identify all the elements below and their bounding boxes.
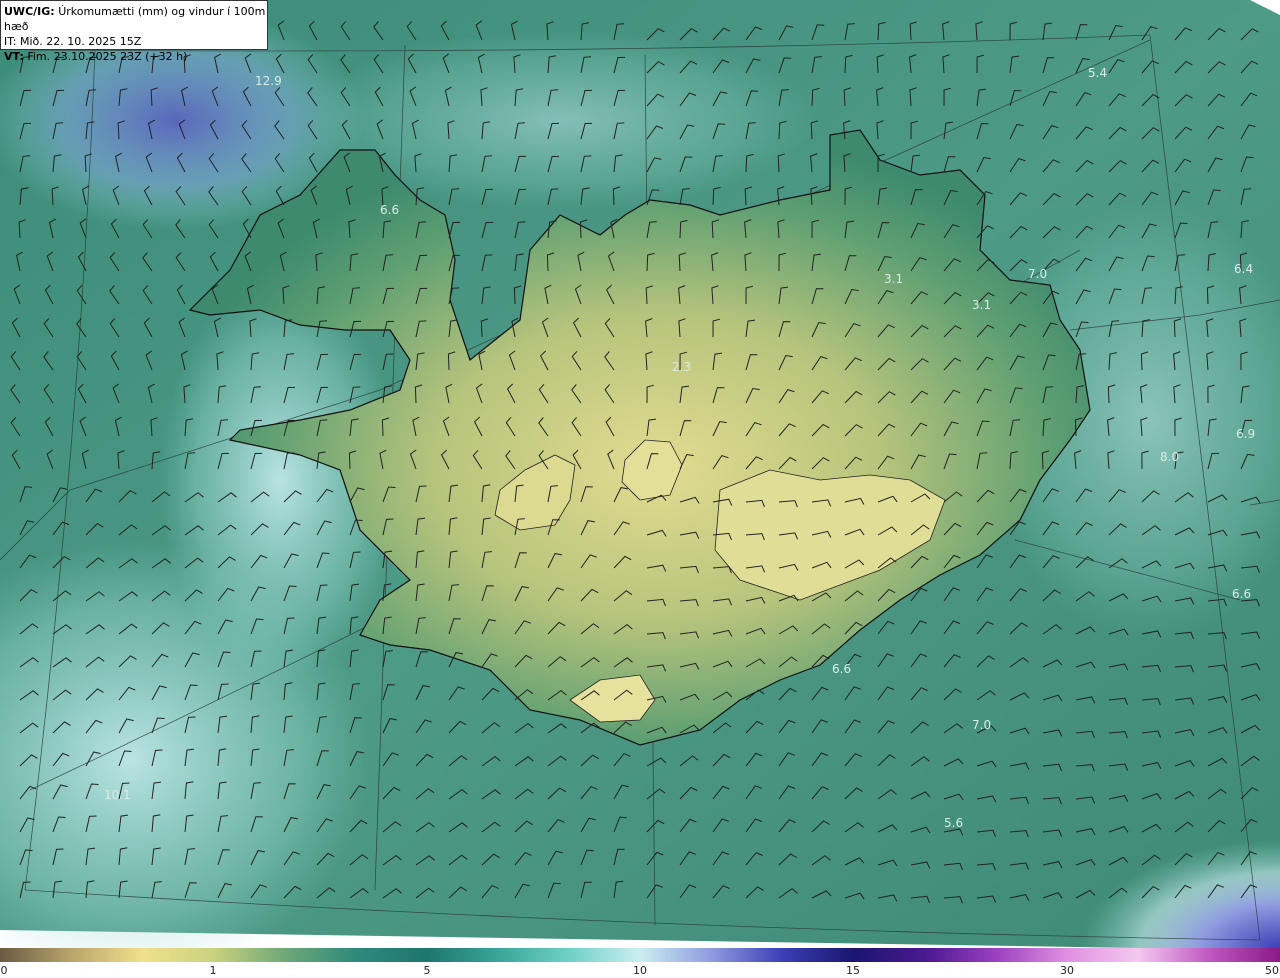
map-value-label: 12.9	[255, 74, 282, 88]
header-initial-time: IT: Mið. 22. 10. 2025 15Z	[4, 35, 142, 48]
scale-tick-label: 5	[423, 964, 431, 977]
scale-tick-label: 15	[846, 964, 860, 977]
map-value-label: 3.1	[972, 298, 991, 312]
scale-tick-label: 30	[1060, 964, 1074, 977]
precipitation-map: 12.9 5.4 6.6 7.0 6.4 3.1 3.1 2.3 6.9 8.0…	[0, 0, 1280, 948]
scale-tick-label: 10	[633, 964, 647, 977]
map-value-label: 6.6	[1232, 587, 1251, 601]
map-value-label: 3.1	[884, 272, 903, 286]
header-valid-time: VT: Fim. 23.10.2025 23Z (+32 h)	[4, 50, 188, 63]
map-value-label: 10.1	[104, 788, 131, 802]
scale-tick-label: 1	[209, 964, 217, 977]
color-scale-bar	[0, 948, 1280, 962]
map-value-label: 6.9	[1236, 427, 1255, 441]
map-value-label: 6.6	[380, 203, 399, 217]
map-value-label: 7.0	[1028, 267, 1047, 281]
color-scale-ticks: 0 1 5 10 15 30 50	[0, 962, 1280, 978]
header-product-line: UWC/IG: Úrkomumætti (mm) og vindur í 100…	[4, 5, 266, 33]
map-value-label: 7.0	[972, 718, 991, 732]
scale-tick-label: 0	[0, 964, 8, 977]
map-value-label: 6.6	[832, 662, 851, 676]
map-value-label: 8.0	[1160, 450, 1179, 464]
map-value-label: 5.4	[1088, 66, 1107, 80]
map-value-label: 6.4	[1234, 262, 1253, 276]
map-header: UWC/IG: Úrkomumætti (mm) og vindur í 100…	[0, 0, 268, 63]
map-value-label: 2.3	[672, 360, 691, 374]
map-value-label: 5.6	[944, 816, 963, 830]
scale-tick-label: 50	[1265, 964, 1279, 977]
